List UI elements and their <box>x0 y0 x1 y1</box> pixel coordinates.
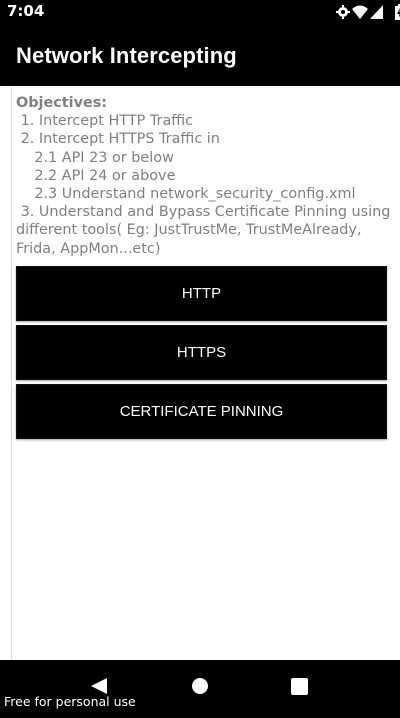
https-button[interactable]: HTTPS <box>16 325 387 380</box>
back-icon[interactable] <box>90 677 108 695</box>
signal-icon <box>370 5 383 19</box>
objective-line: 2.1 API 23 or below <box>16 149 174 166</box>
home-icon[interactable] <box>191 677 209 695</box>
nav-bar <box>0 660 400 718</box>
objective-line: 2.3 Understand network_security_config.x… <box>16 186 356 203</box>
status-bar: 7:04 <box>0 0 400 24</box>
watermark-note: Free for personal use <box>4 694 136 709</box>
battery-icon <box>395 4 400 20</box>
status-time: 7:04 <box>7 2 45 20</box>
wifi-icon <box>352 5 368 19</box>
app-bar: Network Intercepting <box>0 24 400 86</box>
objectives-heading: Objectives: <box>16 95 108 111</box>
certificate-pinning-button[interactable]: CERTIFICATE PINNING <box>16 384 387 439</box>
objective-line: 3. Understand and Bypass Certificate Pin… <box>16 204 395 257</box>
objective-line: 2.2 API 24 or above <box>16 167 176 184</box>
main-content: Objectives: 1. Intercept HTTP Traffic 2.… <box>11 87 400 660</box>
objectives-text: Objectives: 1. Intercept HTTP Traffic 2.… <box>16 94 392 258</box>
recents-icon[interactable] <box>291 678 308 695</box>
http-button[interactable]: HTTP <box>16 266 387 321</box>
objective-line: 1. Intercept HTTP Traffic <box>16 113 194 130</box>
settings-gear-icon <box>336 5 350 19</box>
page-title: Network Intercepting <box>16 43 237 68</box>
objective-line: 2. Intercept HTTPS Traffic in <box>16 131 220 148</box>
